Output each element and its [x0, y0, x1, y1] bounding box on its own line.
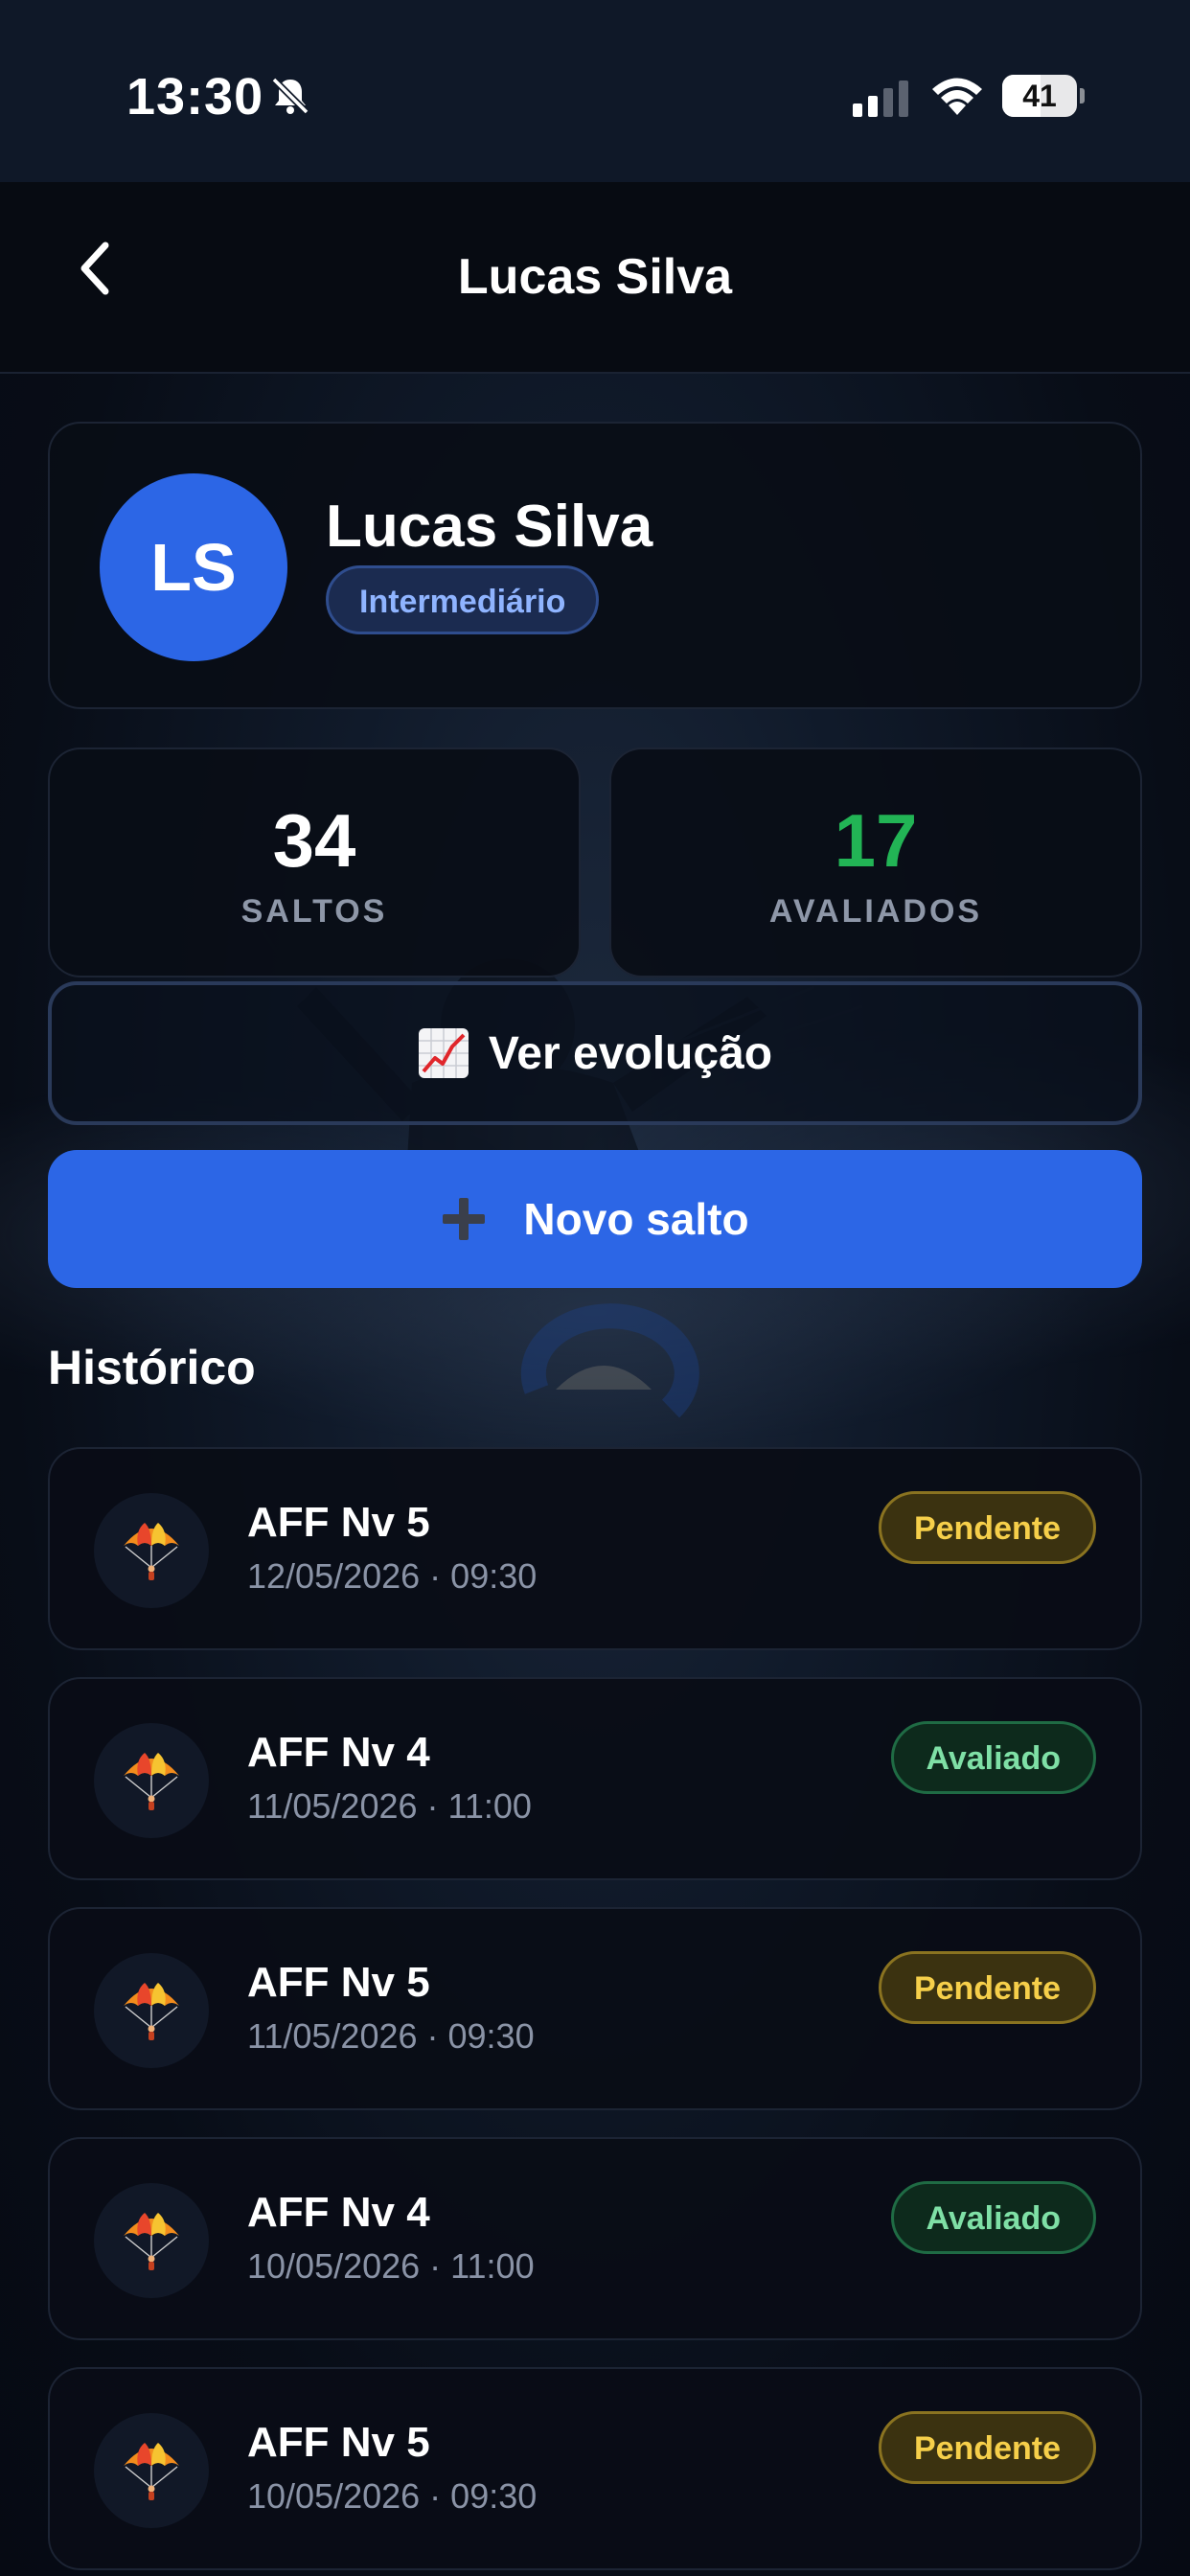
bell-slash-icon [271, 77, 309, 115]
profile-name: Lucas Silva [326, 494, 653, 560]
stat-saltos-label: SALTOS [240, 893, 388, 930]
jump-date: 11/05/2026 · 09:30 [247, 2016, 535, 2056]
jump-list-item[interactable]: AFF Nv 5 12/05/2026 · 09:30 Pendente [48, 1447, 1142, 1650]
status-badge: Avaliado [890, 2181, 1096, 2254]
plus-icon [443, 1198, 486, 1240]
jump-title: AFF Nv 4 [247, 1729, 430, 1776]
stat-card-avaliados: 17 AVALIADOS [609, 748, 1142, 978]
jump-date: 11/05/2026 · 11:00 [247, 1786, 532, 1826]
status-badge: Pendente [878, 1951, 1096, 2024]
avatar: LS [100, 473, 287, 661]
level-badge: Intermediário [326, 565, 600, 634]
stat-avaliados-value: 17 [834, 798, 918, 883]
jump-title: AFF Nv 4 [247, 2189, 430, 2236]
wifi-icon [932, 78, 982, 115]
battery-level: 41 [1022, 79, 1057, 113]
stat-card-saltos: 34 SALTOS [48, 748, 581, 978]
status-badge: Avaliado [890, 1721, 1096, 1794]
jump-title: AFF Nv 5 [247, 1499, 430, 1546]
jump-date: 12/05/2026 · 09:30 [247, 1556, 538, 1596]
nav-header: Lucas Silva [0, 182, 1190, 374]
parachute-icon [94, 2183, 209, 2298]
jump-date: 10/05/2026 · 11:00 [247, 2246, 535, 2286]
ver-evolucao-label: Ver evolução [488, 1027, 773, 1079]
parachute-icon [94, 1723, 209, 1838]
jump-title: AFF Nv 5 [247, 2419, 430, 2466]
stat-avaliados-label: AVALIADOS [768, 893, 983, 930]
jump-date: 10/05/2026 · 09:30 [247, 2476, 538, 2516]
jump-list-item[interactable]: AFF Nv 4 11/05/2026 · 11:00 Avaliado [48, 1677, 1142, 1880]
history-title: Histórico [48, 1341, 256, 1394]
jumper-profile-screen: 13:30 41 Lucas Silva LS Lucas Silva Inte… [0, 0, 1190, 2576]
page-title: Lucas Silva [457, 249, 733, 305]
chart-increasing-icon [418, 1028, 469, 1078]
chevron-left-icon [80, 242, 109, 295]
jump-history-list: AFF Nv 5 12/05/2026 · 09:30 Pendente AFF… [48, 1447, 1142, 2576]
parachute-icon [94, 2413, 209, 2528]
novo-salto-button[interactable]: Novo salto [48, 1150, 1142, 1288]
jump-list-item[interactable]: AFF Nv 5 10/05/2026 · 09:30 Pendente [48, 2367, 1142, 2570]
parachute-icon [94, 1493, 209, 1608]
novo-salto-label: Novo salto [523, 1194, 749, 1244]
status-bar: 13:30 41 [0, 0, 1190, 182]
profile-card: LS Lucas Silva Intermediário [48, 422, 1142, 709]
parachute-icon [94, 1953, 209, 2068]
jump-list-item[interactable]: AFF Nv 5 11/05/2026 · 09:30 Pendente [48, 1907, 1142, 2110]
signal-icon [853, 80, 908, 117]
ver-evolucao-button[interactable]: Ver evolução [48, 981, 1142, 1125]
stat-saltos-value: 34 [272, 798, 356, 883]
status-time: 13:30 [126, 68, 264, 126]
status-badge: Pendente [878, 2411, 1096, 2484]
back-button[interactable] [57, 230, 134, 307]
jump-title: AFF Nv 5 [247, 1959, 430, 2006]
status-badge: Pendente [878, 1491, 1096, 1564]
jump-list-item[interactable]: AFF Nv 4 10/05/2026 · 11:00 Avaliado [48, 2137, 1142, 2340]
battery-icon: 41 [1002, 75, 1085, 117]
